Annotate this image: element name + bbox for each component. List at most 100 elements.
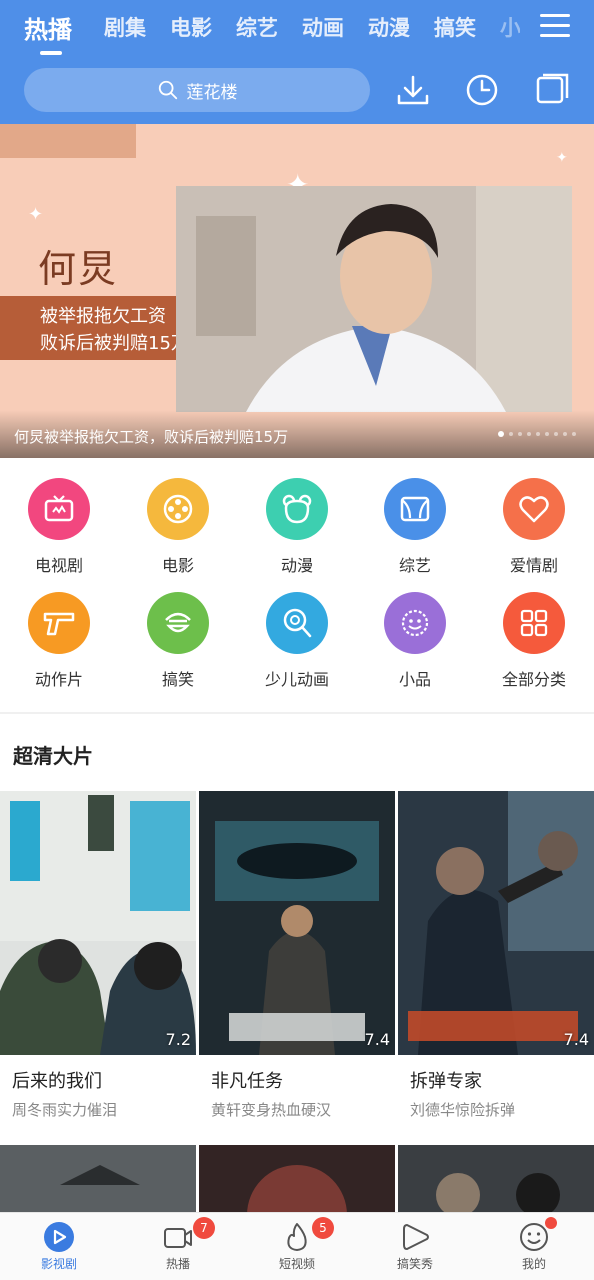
banner-caption: 何炅被举报拖欠工资，败诉后被判赔15万 bbox=[14, 428, 289, 446]
carousel-dot bbox=[509, 432, 513, 436]
category-romance[interactable]: 爱情剧 bbox=[475, 478, 593, 576]
movie-card[interactable]: 7.4 拆弹专家 刘德华惊险拆弹 bbox=[398, 791, 594, 1120]
movie-subtitle: 黄轩变身热血硬汉 bbox=[211, 1101, 332, 1119]
bottom-nav: 影视剧 7 热播 5 短视频 搞笑秀 我的 bbox=[0, 1212, 594, 1280]
play-circle-icon bbox=[44, 1222, 74, 1252]
tab-variety[interactable]: 综艺 bbox=[236, 12, 278, 42]
movie-subtitle: 周冬雨实力催泪 bbox=[12, 1101, 118, 1119]
nav-label: 搞笑秀 bbox=[396, 1257, 433, 1271]
nav-short-video[interactable]: 5 短视频 bbox=[238, 1213, 356, 1280]
category-label: 动漫 bbox=[280, 556, 313, 575]
lollipop-icon bbox=[266, 592, 328, 654]
carousel-dot bbox=[572, 432, 576, 436]
flame-icon bbox=[287, 1223, 307, 1251]
category-sketch[interactable]: 小品 bbox=[356, 592, 474, 690]
play-triangle-icon bbox=[403, 1224, 429, 1250]
category-label: 搞笑 bbox=[161, 670, 194, 689]
bear-icon bbox=[266, 478, 328, 540]
tab-series[interactable]: 剧集 bbox=[104, 12, 146, 42]
active-tab-indicator bbox=[40, 51, 62, 55]
category-label: 综艺 bbox=[398, 556, 431, 575]
movie-poster-partial[interactable] bbox=[0, 1145, 196, 1215]
sparkle-icon: ✦ bbox=[28, 204, 44, 225]
movie-card[interactable]: 7.2 后来的我们 周冬雨实力催泪 bbox=[0, 791, 196, 1120]
tab-hot[interactable]: 热播 bbox=[24, 10, 72, 45]
category-label: 全部分类 bbox=[501, 670, 566, 689]
video-camera-icon bbox=[164, 1228, 192, 1248]
category-label: 电影 bbox=[161, 556, 194, 575]
nav-label: 短视频 bbox=[278, 1257, 315, 1271]
banner-person-name: 何炅 bbox=[38, 247, 119, 291]
category-variety[interactable]: 综艺 bbox=[356, 478, 474, 576]
category-kids-animation[interactable]: 少儿动画 bbox=[238, 592, 356, 690]
window-icon[interactable] bbox=[534, 72, 570, 108]
nav-label: 影视剧 bbox=[40, 1257, 77, 1271]
category-label: 动作片 bbox=[34, 670, 83, 689]
tab-comedy[interactable]: 搞笑 bbox=[434, 12, 476, 42]
movie-poster: 7.2 bbox=[0, 791, 196, 1055]
category-label: 小品 bbox=[398, 670, 431, 689]
nav-tv-dramas[interactable]: 影视剧 bbox=[0, 1213, 118, 1280]
movie-title: 非凡任务 bbox=[211, 1071, 283, 1092]
tab-more-partial[interactable]: 小 bbox=[500, 12, 520, 42]
carousel-indicator bbox=[498, 431, 576, 437]
movie-poster-partial[interactable] bbox=[398, 1145, 594, 1215]
carousel-dot bbox=[563, 432, 567, 436]
gun-icon bbox=[28, 592, 90, 654]
section-title: 超清大片 bbox=[13, 744, 93, 768]
download-icon[interactable] bbox=[395, 72, 431, 108]
film-reel-icon bbox=[147, 478, 209, 540]
top-header: 热播 剧集 电影 综艺 动画 动漫 搞笑 小 莲花楼 bbox=[0, 0, 594, 124]
category-all[interactable]: 全部分类 bbox=[475, 592, 593, 690]
mask-icon bbox=[384, 592, 446, 654]
category-movie[interactable]: 电影 bbox=[119, 478, 237, 576]
app-root: 热播 剧集 电影 综艺 动画 动漫 搞笑 小 莲花楼 ✦ ✦ ✦ 何炅 被举报拖… bbox=[0, 0, 594, 1280]
menu-icon[interactable] bbox=[540, 14, 570, 42]
category-comedy[interactable]: 搞笑 bbox=[119, 592, 237, 690]
banner-photo bbox=[176, 186, 572, 412]
carousel-dot bbox=[554, 432, 558, 436]
nav-badge: 5 bbox=[312, 1217, 334, 1239]
movie-poster-partial[interactable] bbox=[199, 1145, 395, 1215]
nav-hot[interactable]: 7 热播 bbox=[119, 1213, 237, 1280]
grid-icon bbox=[503, 592, 565, 654]
nav-notification-dot bbox=[545, 1217, 557, 1229]
category-label: 少儿动画 bbox=[264, 670, 329, 689]
carousel-dot bbox=[545, 432, 549, 436]
sparkle-icon: ✦ bbox=[556, 150, 568, 166]
category-label: 电视剧 bbox=[34, 556, 83, 575]
movie-poster: 7.4 bbox=[199, 791, 395, 1055]
carousel-dot-active bbox=[498, 431, 504, 437]
banner-corner-tab bbox=[0, 124, 136, 158]
search-placeholder: 莲花楼 bbox=[186, 82, 238, 103]
carousel-dot bbox=[527, 432, 531, 436]
tab-movie[interactable]: 电影 bbox=[170, 12, 212, 42]
movie-score: 7.4 bbox=[563, 1030, 589, 1049]
history-icon[interactable] bbox=[464, 72, 500, 108]
search-icon bbox=[158, 80, 177, 100]
category-action[interactable]: 动作片 bbox=[0, 592, 118, 690]
movie-score: 7.4 bbox=[364, 1030, 390, 1049]
nav-badge: 7 bbox=[193, 1217, 215, 1239]
category-anime[interactable]: 动漫 bbox=[238, 478, 356, 576]
movie-title: 后来的我们 bbox=[12, 1071, 102, 1092]
nav-me[interactable]: 我的 bbox=[475, 1213, 593, 1280]
category-tv-series[interactable]: 电视剧 bbox=[0, 478, 118, 576]
nav-label: 我的 bbox=[521, 1257, 546, 1271]
banner-headline-line2: 败诉后被判赔15万 bbox=[40, 333, 189, 354]
tv-icon bbox=[28, 478, 90, 540]
stage-icon bbox=[384, 478, 446, 540]
nav-label: 热播 bbox=[165, 1257, 190, 1271]
hero-banner[interactable]: ✦ ✦ ✦ ✦ 何炅 被举报拖欠工资 败诉后被判赔15万 何炅被举报拖欠工资，败… bbox=[0, 124, 594, 458]
search-input[interactable]: 莲花楼 bbox=[24, 68, 370, 112]
channel-tabs: 热播 剧集 电影 综艺 动画 动漫 搞笑 小 bbox=[0, 0, 520, 60]
carousel-dot bbox=[536, 432, 540, 436]
banner-headline-line1: 被举报拖欠工资 bbox=[40, 306, 166, 327]
tab-anime[interactable]: 动漫 bbox=[368, 12, 410, 42]
movie-card[interactable]: 7.4 非凡任务 黄轩变身热血硬汉 bbox=[199, 791, 395, 1120]
nav-comedy-show[interactable]: 搞笑秀 bbox=[356, 1213, 474, 1280]
movie-title: 拆弹专家 bbox=[410, 1071, 482, 1092]
tab-animation[interactable]: 动画 bbox=[302, 12, 344, 42]
section-divider bbox=[0, 712, 594, 714]
heart-icon bbox=[503, 478, 565, 540]
